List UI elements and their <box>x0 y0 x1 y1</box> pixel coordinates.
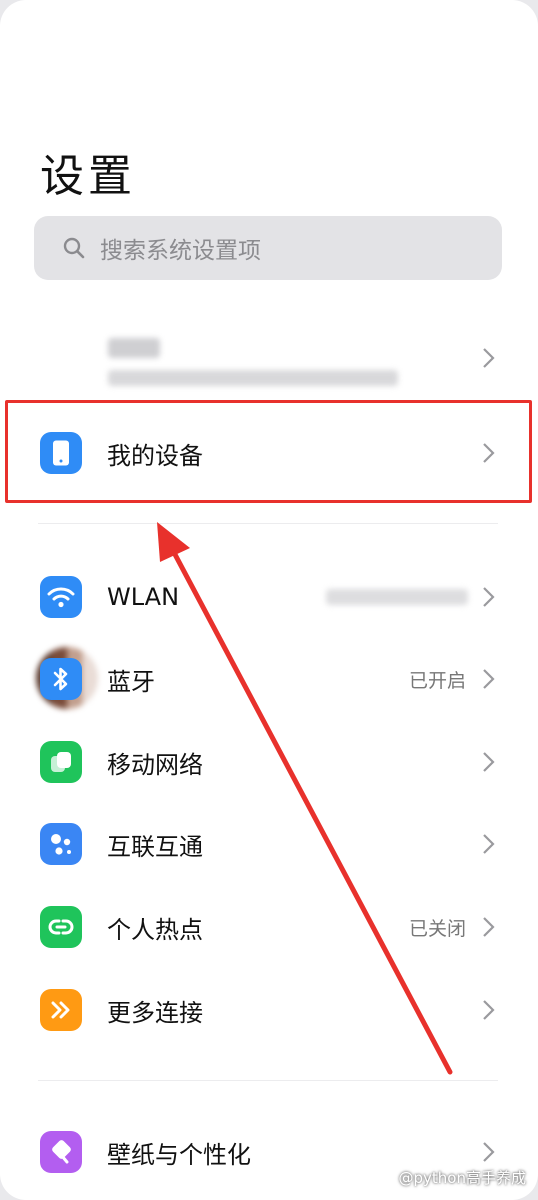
profile-name-redacted <box>108 338 160 358</box>
bluetooth-row[interactable]: 蓝牙 已开启 <box>0 643 538 715</box>
mobile-network-row[interactable]: 移动网络 <box>0 726 538 798</box>
more-connections-label: 更多连接 <box>107 998 203 1027</box>
chevron-right-icon <box>483 348 495 368</box>
profile-detail-redacted <box>108 370 398 386</box>
divider <box>38 523 498 524</box>
watermark: @python高手养成 <box>398 1169 526 1187</box>
page-title: 设置 <box>40 151 136 202</box>
bluetooth-icon <box>40 658 82 700</box>
interconnect-row[interactable]: 互联互通 <box>0 808 538 880</box>
interconnect-label: 互联互通 <box>107 832 203 861</box>
divider <box>38 1080 498 1081</box>
chevron-right-icon <box>483 1142 495 1162</box>
hotspot-row[interactable]: 个人热点 已关闭 <box>0 891 538 963</box>
more-connections-icon <box>40 989 82 1031</box>
chevron-right-icon <box>483 669 495 689</box>
chevron-right-icon <box>483 752 495 772</box>
chevron-right-icon <box>483 1000 495 1020</box>
chevron-right-icon <box>483 917 495 937</box>
more-connections-row[interactable]: 更多连接 <box>0 974 538 1046</box>
wallpaper-label: 壁纸与个性化 <box>107 1140 251 1169</box>
search-bar[interactable]: 搜索系统设置项 <box>34 216 502 280</box>
bluetooth-status: 已开启 <box>408 669 466 692</box>
search-placeholder: 搜索系统设置项 <box>100 238 261 264</box>
hotspot-label: 个人热点 <box>107 915 203 944</box>
wifi-icon <box>40 576 82 618</box>
hotspot-status: 已关闭 <box>408 917 466 940</box>
mobile-network-label: 移动网络 <box>107 750 203 779</box>
wlan-network-redacted <box>326 589 468 605</box>
mobile-network-icon <box>40 741 82 783</box>
wallpaper-icon <box>40 1131 82 1173</box>
chevron-right-icon <box>483 587 495 607</box>
bluetooth-label: 蓝牙 <box>107 667 155 696</box>
highlight-box <box>5 400 532 503</box>
profile-row[interactable] <box>0 322 538 709</box>
interconnect-icon <box>40 823 82 865</box>
chevron-right-icon <box>483 834 495 854</box>
hotspot-icon <box>40 906 82 948</box>
wlan-label: WLAN <box>107 583 180 611</box>
search-icon <box>63 237 85 259</box>
wlan-row[interactable]: WLAN <box>0 561 538 633</box>
settings-screen: 设置 搜索系统设置项 我的设备 WLAN 蓝牙 已开启 移动网络 互联互通 个人… <box>0 0 538 1200</box>
